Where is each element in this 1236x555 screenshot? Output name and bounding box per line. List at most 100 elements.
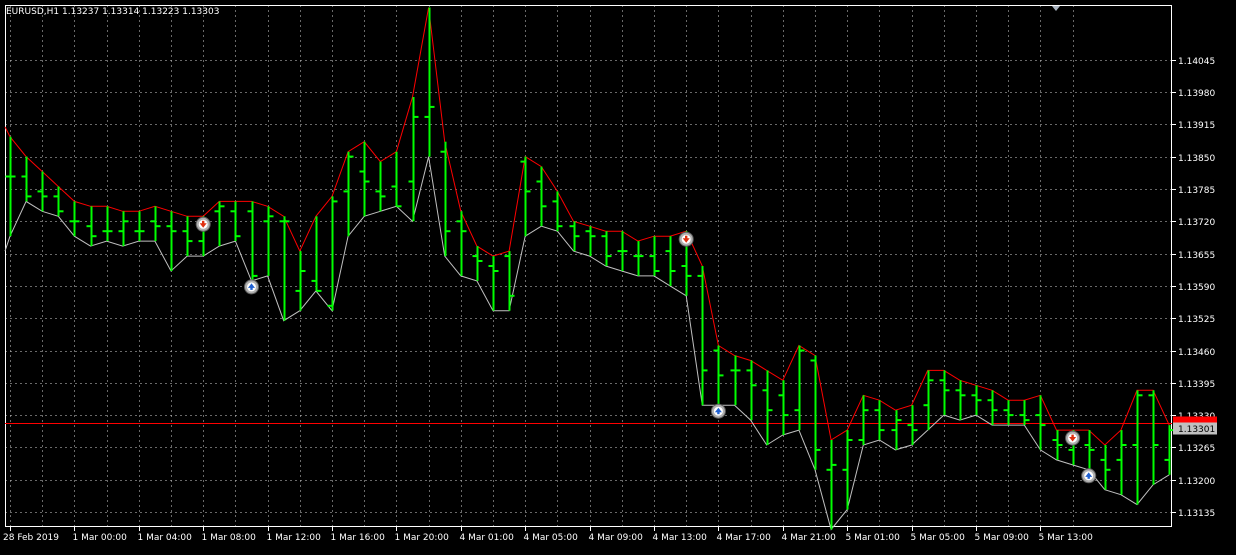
ohlc-bar: [907, 405, 918, 445]
ohlc-bar: [826, 440, 837, 530]
ohlc-bar: [987, 390, 998, 426]
ohlc-bar: [1148, 390, 1159, 485]
price-tag-marker: [1173, 416, 1217, 423]
x-tick-label: 4 Mar 05:00: [524, 533, 579, 543]
current-price-tag: 1.13301: [1173, 416, 1217, 435]
ohlc-bar: [311, 216, 322, 292]
ohlc-bar: [585, 226, 596, 257]
ohlc-bar: [1084, 430, 1095, 470]
price-axis[interactable]: 1.14045 1.13980 1.13915 1.13850 1.13785 1.137…: [1172, 57, 1215, 519]
x-tick-label: 1 Mar 04:00: [138, 533, 193, 543]
ohlc-bar: [69, 201, 80, 237]
chart-frame: [5, 5, 1172, 527]
ohlc-bar: [102, 206, 113, 242]
sell-arrow-icon[interactable]: [1065, 430, 1081, 446]
y-tick-label: 1.13850: [1178, 154, 1215, 164]
y-tick-label: 1.13265: [1178, 444, 1215, 454]
ohlc-bar: [713, 345, 724, 406]
symbol-ohlc-label: EURUSD,H1 1.13237 1.13314 1.13223 1.1330…: [6, 7, 219, 17]
y-tick-label: 1.13655: [1178, 251, 1215, 261]
ohlc-bar: [874, 400, 885, 440]
buy-arrow-icon[interactable]: [244, 279, 259, 295]
ohlc-bar: [182, 216, 193, 257]
ohlc-bar: [633, 241, 644, 276]
ohlc-bar: [778, 380, 789, 435]
y-tick-label: 1.13980: [1178, 89, 1215, 99]
ohlc-bar: [891, 410, 902, 450]
ohlc-bar: [939, 370, 950, 416]
ohlc-bar: [21, 156, 32, 202]
ohlc-bar: [247, 201, 258, 281]
ohlc-bar: [375, 161, 386, 212]
x-tick-label: 4 Mar 21:00: [782, 533, 837, 543]
ohlc-bar: [971, 385, 982, 416]
ohlc-bar: [263, 206, 274, 276]
ohlc-bar: [1052, 430, 1063, 460]
ohlc-bar: [1116, 430, 1127, 495]
ohlc-bar: [569, 221, 580, 252]
sell-arrow-icon[interactable]: [678, 231, 694, 247]
envelope-bands: [4, 7, 1170, 531]
ohlc-bar: [665, 236, 676, 286]
ohlc-bar: [214, 201, 225, 247]
ohlc-bar: [279, 216, 290, 321]
trading-chart-window[interactable]: 1.14045 1.13980 1.13915 1.13850 1.13785 1.137…: [0, 0, 1236, 555]
y-tick-label: 1.13460: [1178, 348, 1215, 358]
time-axis[interactable]: 28 Feb 2019 1 Mar 00:00 1 Mar 04:00 1 Mar 0…: [3, 527, 1093, 543]
ohlc-bar: [504, 251, 515, 311]
price-chart[interactable]: 1.14045 1.13980 1.13915 1.13850 1.13785 1.137…: [0, 0, 1236, 555]
grid: [5, 5, 1172, 527]
x-tick-label: 28 Feb 2019: [3, 533, 59, 543]
ohlc-bar: [520, 156, 531, 237]
y-tick-label: 1.13525: [1178, 315, 1215, 325]
x-tick-label: 1 Mar 12:00: [267, 533, 322, 543]
x-tick-label: 4 Mar 17:00: [717, 533, 772, 543]
ohlc-bar: [1019, 400, 1030, 426]
ohlc-bar: [842, 430, 853, 510]
symbol-label: EURUSD,H1: [6, 7, 60, 17]
ohlc-bar: [746, 360, 757, 421]
ohlc-bar: [134, 211, 145, 242]
ohlc-bar: [601, 231, 612, 266]
ohlc-bar: [488, 256, 499, 311]
ohlc-bar: [649, 236, 660, 276]
ohlc-bar: [53, 186, 64, 217]
lower-band-line: [4, 156, 1170, 531]
x-tick-label: 1 Mar 08:00: [202, 533, 257, 543]
ohlc-bar: [762, 370, 773, 445]
current-price-label: 1.13301: [1178, 425, 1215, 435]
x-tick-label: 1 Mar 00:00: [73, 533, 128, 543]
x-tick-label: 4 Mar 09:00: [589, 533, 644, 543]
y-tick-label: 1.14045: [1178, 57, 1215, 67]
x-tick-label: 5 Mar 13:00: [1039, 533, 1094, 543]
ohlc-bar: [794, 345, 805, 431]
sell-arrow-icon[interactable]: [195, 216, 211, 232]
y-tick-label: 1.13915: [1178, 121, 1215, 131]
y-tick-label: 1.13590: [1178, 283, 1215, 293]
ohlc-bar: [955, 380, 966, 421]
y-tick-label: 1.13395: [1178, 380, 1215, 390]
ohlc-bar: [1100, 445, 1111, 490]
ohlc-bar: [391, 151, 402, 208]
y-tick-label: 1.13200: [1178, 477, 1215, 487]
signal-arrows: [195, 216, 1097, 484]
scroll-marker-icon[interactable]: [1052, 6, 1060, 11]
ohlc-bar: [472, 246, 483, 281]
ohlc-bar: [86, 206, 97, 247]
ohlc-bar: [810, 355, 821, 470]
y-tick-label: 1.13720: [1178, 218, 1215, 228]
ohlc-bar: [150, 206, 161, 242]
x-tick-label: 5 Mar 09:00: [975, 533, 1030, 543]
ohlc-bar: [295, 251, 306, 311]
ohlc-bar: [343, 151, 354, 237]
y-tick-label: 1.13785: [1178, 186, 1215, 196]
ohlc-bar: [37, 171, 48, 212]
ohlc-bar: [166, 211, 177, 271]
y-tick-label: 1.13135: [1178, 509, 1215, 519]
ohlc-bar: [923, 370, 934, 431]
x-tick-label: 4 Mar 13:00: [653, 533, 708, 543]
buy-arrow-icon[interactable]: [710, 403, 726, 419]
ohlc-bar: [359, 141, 370, 217]
x-tick-label: 5 Mar 01:00: [846, 533, 901, 543]
buy-arrow-icon[interactable]: [1081, 468, 1097, 484]
